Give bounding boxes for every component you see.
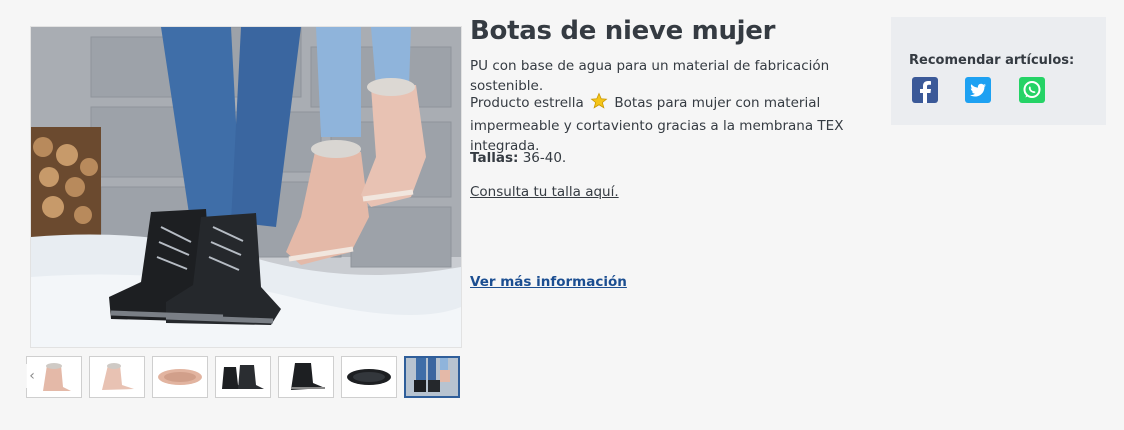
star-icon (590, 92, 608, 116)
gallery-prev-arrow[interactable]: ‹ (26, 364, 38, 388)
share-box: Recomendar artículos: (891, 17, 1106, 125)
facebook-icon[interactable] (912, 77, 938, 103)
sizes-line: Tallas: 36-40. (470, 148, 566, 168)
thumbnail-6[interactable] (341, 356, 397, 398)
product-title: Botas de nieve mujer (470, 16, 776, 46)
thumbnail-4[interactable] (215, 356, 271, 398)
size-guide-link[interactable]: Consulta tu talla aquí. (470, 184, 619, 200)
product-line1: PU con base de agua para un material de … (470, 58, 830, 94)
sizes-label: Tallas: (470, 150, 519, 166)
twitter-icon[interactable] (965, 77, 991, 103)
thumbnail-7[interactable] (404, 356, 460, 398)
thumbnail-3[interactable] (152, 356, 208, 398)
thumbnail-5[interactable] (278, 356, 334, 398)
whatsapp-icon[interactable] (1019, 77, 1045, 103)
sizes-value: 36-40. (522, 150, 567, 166)
main-product-image[interactable] (30, 26, 462, 348)
more-info-link[interactable]: Ver más información (470, 274, 627, 290)
thumbnail-strip: ‹ (26, 356, 462, 400)
product-info: Botas de nieve mujer PU con base de agua… (470, 16, 880, 290)
share-title: Recomendar artículos: (909, 53, 1075, 68)
thumbnail-2[interactable] (89, 356, 145, 398)
product-line2-prefix: Producto estrella (470, 95, 584, 111)
product-line2: Producto estrella Botas para mujer con m… (470, 92, 880, 156)
